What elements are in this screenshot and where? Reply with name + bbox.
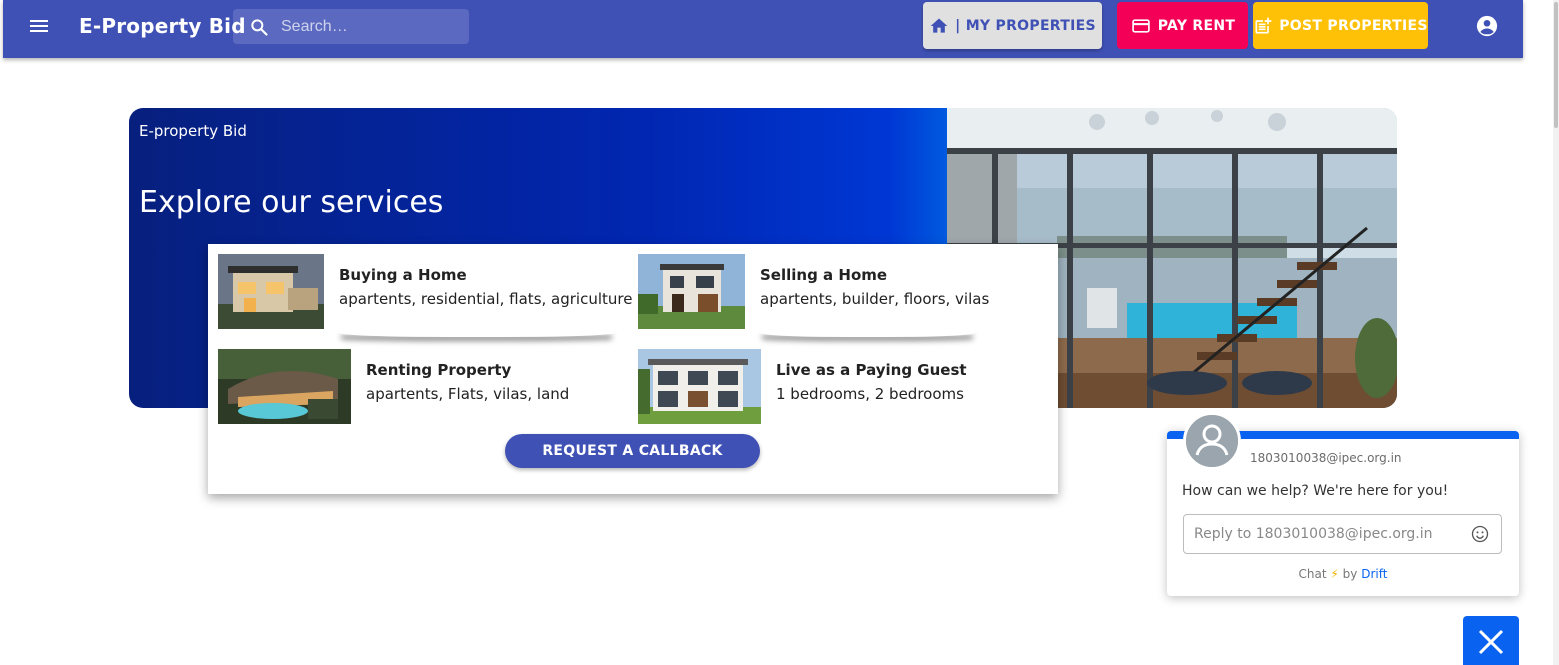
drift-link[interactable]: Drift (1361, 567, 1387, 581)
service-title: Live as a Paying Guest (776, 361, 967, 379)
chat-widget: 1803010038@ipec.org.in How can we help? … (1167, 412, 1519, 596)
divider (339, 327, 614, 337)
account-circle-icon[interactable] (1476, 15, 1498, 37)
chat-reply-box[interactable] (1183, 514, 1502, 554)
service-desc: apartents, Flats, vilas, land (366, 385, 570, 403)
search-icon (251, 19, 268, 36)
paying-guest-image (638, 349, 761, 424)
search-box[interactable] (233, 9, 469, 44)
service-renting[interactable]: Renting Property apartents, Flats, vilas… (218, 349, 626, 424)
service-title: Renting Property (366, 361, 512, 379)
menu-icon[interactable] (27, 15, 51, 39)
post-properties-label: POST PROPERTIES (1279, 17, 1428, 34)
section-heading-partial (620, 650, 630, 665)
post-add-icon (1255, 17, 1272, 33)
app-bar: E-Property Bid | MY PROPERTIES PAY RENT … (3, 0, 1523, 58)
emoji-icon[interactable] (1470, 524, 1490, 544)
home-icon (930, 18, 948, 33)
service-desc: apartents, builder, floors, vilas (760, 290, 990, 308)
service-title: Selling a Home (760, 266, 888, 284)
my-properties-label: | MY PROPERTIES (955, 17, 1096, 34)
service-title: Buying a Home (339, 266, 467, 284)
brand-title[interactable]: E-Property Bid (79, 14, 246, 38)
chat-footer-by: by (1342, 567, 1358, 581)
hero-title: Explore our services (139, 185, 444, 220)
chat-footer: Chat ⚡ by Drift (1167, 567, 1519, 581)
selling-home-image (638, 254, 745, 329)
page-scrollbar[interactable] (1553, 0, 1559, 665)
pay-rent-button[interactable]: PAY RENT (1117, 2, 1248, 49)
chat-avatar-icon (1183, 412, 1241, 470)
buying-home-image (218, 254, 324, 329)
credit-card-icon (1132, 18, 1150, 33)
post-properties-button[interactable]: POST PROPERTIES (1253, 2, 1428, 49)
chat-agent-email: 1803010038@ipec.org.in (1250, 451, 1402, 465)
chat-reply-input[interactable] (1194, 515, 1464, 553)
service-desc: apartents, residential, flats, agricultu… (339, 290, 633, 308)
service-paying-guest[interactable]: Live as a Paying Guest 1 bedrooms, 2 bed… (638, 349, 1036, 424)
close-icon (1478, 629, 1504, 655)
search-input[interactable] (281, 9, 461, 44)
request-callback-button[interactable]: REQUEST A CALLBACK (505, 434, 760, 468)
chat-footer-chat: Chat (1298, 567, 1327, 581)
hero-subtitle: E-property Bid (139, 122, 247, 140)
pay-rent-label: PAY RENT (1157, 17, 1236, 34)
renting-property-image (218, 349, 351, 424)
my-properties-button[interactable]: | MY PROPERTIES (923, 2, 1102, 49)
bolt-icon: ⚡ (1330, 567, 1339, 581)
divider (760, 327, 975, 337)
service-desc: 1 bedrooms, 2 bedrooms (776, 385, 964, 403)
service-buying[interactable]: Buying a Home apartents, residential, fl… (218, 254, 633, 329)
service-selling[interactable]: Selling a Home apartents, builder, floor… (638, 254, 990, 329)
chat-close-button[interactable] (1463, 616, 1519, 665)
chat-message: How can we help? We're here for you! (1182, 483, 1449, 499)
scrollbar-thumb[interactable] (1554, 2, 1558, 128)
services-card: Buying a Home apartents, residential, fl… (208, 244, 1058, 494)
